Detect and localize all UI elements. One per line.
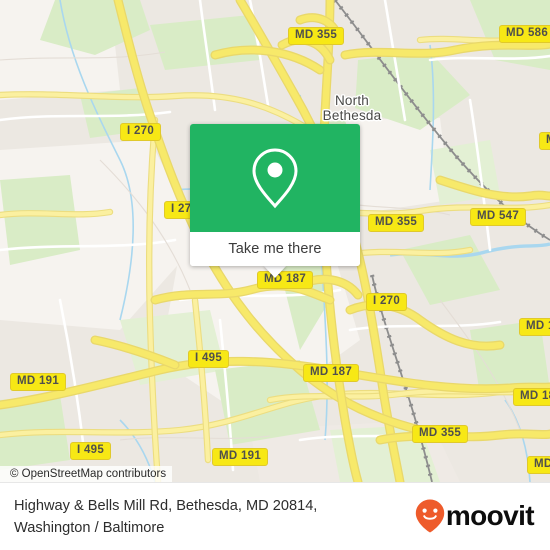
moovit-logo[interactable]: moovit bbox=[415, 499, 535, 533]
shield-md-edge-top: M bbox=[539, 132, 550, 150]
shield-md-547: MD 547 bbox=[470, 208, 527, 226]
shield-md-187-lower: MD 187 bbox=[303, 364, 360, 382]
shield-md-355-lower: MD 355 bbox=[412, 425, 469, 443]
shield-md-191-lower: MD 191 bbox=[212, 448, 269, 466]
address-text: Highway & Bells Mill Rd, Bethesda, MD 20… bbox=[14, 495, 394, 539]
shield-md-355-top: MD 355 bbox=[288, 27, 345, 45]
moovit-pin-icon bbox=[415, 499, 445, 533]
shield-md-191-left: MD 191 bbox=[10, 373, 67, 391]
address-line-1: Highway & Bells Mill Rd, Bethesda, MD 20… bbox=[14, 498, 318, 514]
place-label-line-1: North bbox=[334, 93, 369, 108]
shield-i-495-upper: I 495 bbox=[188, 350, 230, 368]
take-me-there-label: Take me there bbox=[228, 241, 322, 257]
marker-card-pointer bbox=[263, 265, 287, 278]
map-attribution[interactable]: © OpenStreetMap contributors bbox=[0, 466, 173, 482]
shield-i-270-lower: I 270 bbox=[366, 293, 408, 311]
shield-i-270-upper: I 270 bbox=[120, 123, 162, 141]
marker-card-header bbox=[190, 124, 360, 232]
moovit-map-screen: .park{fill:#d9ecc6;} .park2{fill:#e3f0d4… bbox=[0, 0, 550, 550]
shield-i-495-lower: I 495 bbox=[70, 442, 112, 460]
take-me-there-button[interactable]: Take me there bbox=[190, 232, 360, 266]
shield-md-edge-bottom: MD bbox=[527, 456, 550, 474]
shield-md-355-mid: MD 355 bbox=[368, 214, 425, 232]
place-label-north-bethesda: North Bethesda bbox=[323, 93, 382, 123]
map-pin-icon bbox=[252, 148, 298, 209]
map-canvas[interactable]: .park{fill:#d9ecc6;} .park2{fill:#e3f0d4… bbox=[0, 0, 550, 482]
place-label-line-2: Bethesda bbox=[322, 108, 382, 123]
shield-md-586: MD 586 bbox=[499, 25, 550, 43]
marker-card[interactable]: Take me there bbox=[190, 124, 360, 266]
shield-md-18-edge: MD 18 bbox=[513, 388, 550, 406]
moovit-wordmark: moovit bbox=[445, 500, 535, 531]
shield-md-1-edge: MD 1 bbox=[519, 318, 550, 336]
footer-bar: Highway & Bells Mill Rd, Bethesda, MD 20… bbox=[0, 482, 550, 550]
address-line-2: Washington / Baltimore bbox=[14, 520, 165, 536]
